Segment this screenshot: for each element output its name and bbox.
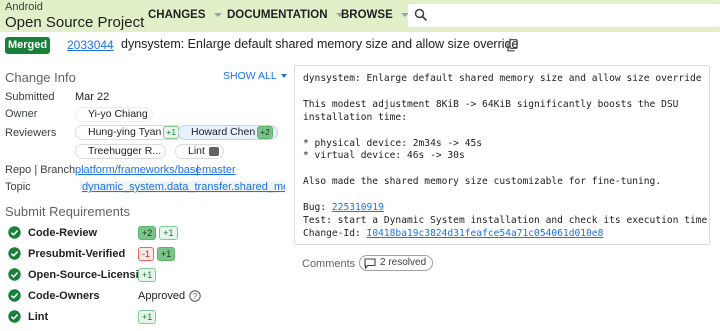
requirement-votes: Approved ? bbox=[138, 290, 201, 302]
commit-bug-line: Bug: 225310919 bbox=[303, 202, 701, 215]
repo-link[interactable]: platform/frameworks/base bbox=[75, 164, 202, 176]
reviewers-label: Reviewers bbox=[5, 127, 57, 139]
nav-changes[interactable]: CHANGES bbox=[148, 9, 222, 21]
submitted-label: Submitted bbox=[5, 91, 55, 103]
vote-badge: +2 bbox=[257, 126, 273, 139]
requirement-votes: +2 +1 bbox=[138, 226, 181, 240]
comment-icon bbox=[364, 257, 376, 269]
top-bar: Android Open Source Project CHANGES DOCU… bbox=[0, 0, 720, 32]
nav-documentation[interactable]: DOCUMENTATION bbox=[227, 9, 344, 21]
chevron-down-icon bbox=[280, 74, 287, 78]
submit-requirements-title: Submit Requirements bbox=[5, 204, 130, 219]
repo-branch-label: Repo | Branch bbox=[5, 164, 76, 176]
commit-test-line: Test: start a Dynamic System installatio… bbox=[303, 214, 710, 226]
branch-link[interactable]: master bbox=[202, 164, 236, 176]
check-circle-icon bbox=[8, 289, 21, 302]
change-header: Merged 2033044 dynsystem: Enlarge defaul… bbox=[0, 36, 720, 56]
reviewer-name: Treehugger R... bbox=[88, 145, 162, 157]
requirement-name: Code-Owners bbox=[28, 290, 100, 302]
status-badge: Merged bbox=[5, 37, 50, 54]
commit-blank-line bbox=[303, 86, 701, 99]
reviewer-name: Lint bbox=[188, 145, 205, 157]
commit-line: Also made the shared memory size customi… bbox=[303, 176, 662, 188]
topic-label: Topic bbox=[5, 181, 31, 193]
commit-blank-line bbox=[303, 163, 701, 176]
commit-line: dynsystem: Enlarge default shared memory… bbox=[303, 73, 702, 84]
commit-blank-line bbox=[303, 189, 701, 202]
brand-small: Android bbox=[5, 1, 43, 13]
search-input[interactable] bbox=[408, 4, 720, 27]
nav-browse[interactable]: BROWSE bbox=[341, 9, 409, 21]
help-icon[interactable]: ? bbox=[189, 290, 201, 302]
reviewer-chip[interactable]: Hung-ying Tyan +1 bbox=[75, 125, 185, 140]
owner-label: Owner bbox=[5, 108, 38, 120]
commit-message: dynsystem: Enlarge default shared memory… bbox=[294, 65, 710, 245]
resolved-count: 2 resolved bbox=[380, 257, 427, 268]
vote-badge[interactable]: +2 bbox=[138, 226, 157, 240]
show-all-button[interactable]: SHOW ALL bbox=[223, 70, 287, 82]
nav-label: DOCUMENTATION bbox=[227, 9, 328, 21]
copy-icon[interactable] bbox=[507, 39, 518, 52]
vote-badge[interactable]: +1 bbox=[138, 268, 157, 282]
commit-line: This modest adjustment 8KiB -> 64KiB sig… bbox=[303, 98, 679, 110]
show-all-label: SHOW ALL bbox=[223, 70, 277, 82]
check-circle-icon bbox=[8, 226, 21, 239]
check-circle-icon bbox=[8, 310, 21, 323]
change-info-title: Change Info bbox=[5, 70, 76, 85]
reviewer-name: Howard Chen bbox=[191, 126, 256, 138]
svg-text:?: ? bbox=[193, 292, 198, 301]
reviewer-chip[interactable]: Howard Chen +2 bbox=[178, 125, 278, 140]
commit-line: * virtual device: 46s -> 30s bbox=[303, 150, 465, 162]
nav-label: CHANGES bbox=[148, 9, 206, 21]
brand-logo[interactable]: Android Open Source Project bbox=[5, 1, 145, 31]
requirement-name: Presubmit-Verified bbox=[28, 248, 126, 260]
submitted-value: Mar 22 bbox=[75, 91, 110, 103]
reviewer-chip[interactable]: Lint bbox=[175, 144, 224, 159]
check-circle-icon bbox=[8, 268, 21, 281]
topic-link[interactable]: dynamic_system.data_transfer.shared_mem.… bbox=[80, 181, 285, 193]
vote-badge[interactable]: +1 bbox=[157, 247, 176, 261]
bug-link[interactable]: 225310919 bbox=[332, 202, 384, 213]
vote-badge[interactable]: -1 bbox=[138, 247, 155, 261]
requirement-status: Approved bbox=[138, 290, 186, 302]
vote-badge: +1 bbox=[163, 126, 180, 139]
comments-label: Comments bbox=[302, 258, 356, 270]
commit-line: * physical device: 2m34s -> 45s bbox=[303, 137, 483, 149]
requirement-votes: -1 +1 bbox=[138, 247, 178, 261]
changeid-label: Change-Id: bbox=[303, 227, 367, 239]
requirement-name: Code-Review bbox=[28, 227, 98, 239]
chevron-down-icon bbox=[213, 13, 222, 17]
resolved-comments-chip[interactable]: 2 resolved bbox=[359, 255, 434, 271]
brand-title: Open Source Project bbox=[5, 14, 145, 31]
commit-line: installation time: bbox=[303, 111, 407, 123]
bug-label: Bug: bbox=[303, 202, 332, 213]
commit-changeid-line: Change-Id: I0418ba19c3824d31feafce54a71c… bbox=[303, 228, 701, 241]
change-subject: dynsystem: Enlarge default shared memory… bbox=[121, 37, 519, 51]
requirement-votes: +1 bbox=[138, 268, 159, 282]
requirement-name: Open-Source-Licensing bbox=[28, 269, 153, 281]
change-number-link[interactable]: 2033044 bbox=[67, 38, 114, 52]
commit-blank-line bbox=[303, 125, 701, 138]
owner-chip[interactable]: Yi-yo Chiang bbox=[75, 107, 153, 122]
repo-separator: | bbox=[196, 164, 199, 176]
changeid-link[interactable]: I0418ba19c3824d31feafce54a71c054061d010e… bbox=[367, 228, 604, 239]
check-circle-icon bbox=[8, 247, 21, 260]
owner-name: Yi-yo Chiang bbox=[88, 108, 148, 120]
requirement-votes: +1 bbox=[138, 310, 159, 324]
search-icon bbox=[414, 8, 428, 22]
robot-icon bbox=[208, 146, 219, 156]
reviewer-chip[interactable]: Treehugger R... bbox=[75, 144, 167, 159]
vote-badge[interactable]: +1 bbox=[159, 226, 178, 240]
nav-label: BROWSE bbox=[341, 9, 393, 21]
requirement-name: Lint bbox=[28, 311, 49, 323]
vote-badge[interactable]: +1 bbox=[138, 310, 157, 324]
reviewer-name: Hung-ying Tyan bbox=[88, 126, 162, 138]
